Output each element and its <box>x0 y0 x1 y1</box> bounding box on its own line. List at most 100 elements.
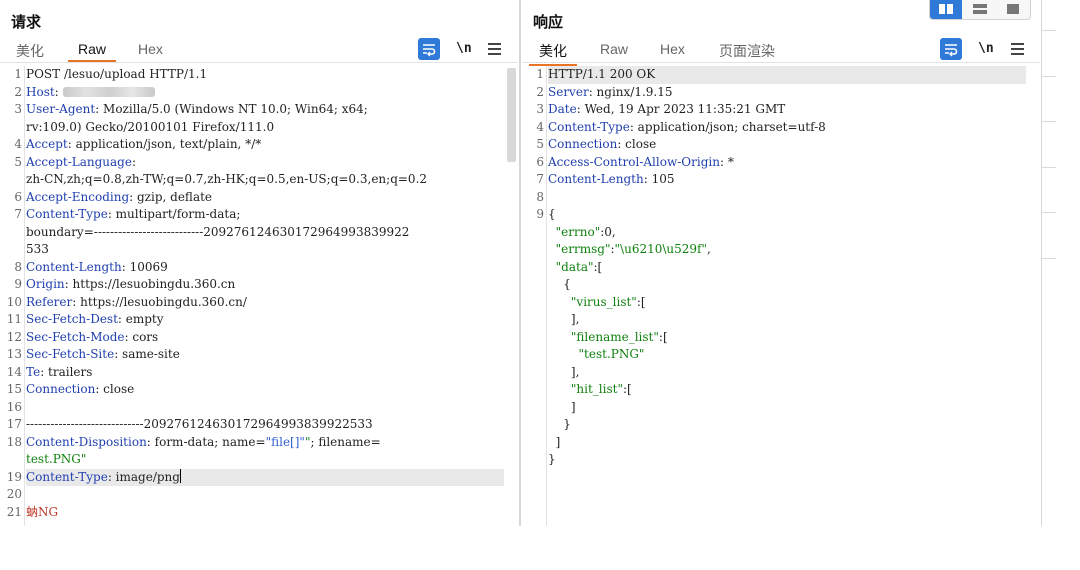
json-key: "virus_list" <box>570 294 637 309</box>
code-line: } <box>548 451 1026 469</box>
tab-hex[interactable]: Hex <box>138 41 163 57</box>
line-number <box>522 224 544 242</box>
line-number <box>0 451 22 469</box>
word-wrap-icon[interactable] <box>940 38 962 60</box>
header-name: Sec-Fetch-Mode <box>26 329 125 344</box>
value-text: :[ <box>658 329 668 344</box>
tab-raw[interactable]: Raw <box>600 41 628 57</box>
value-text: ], <box>570 364 580 379</box>
pane-splitter[interactable] <box>519 0 521 526</box>
line-number: 2 <box>536 84 544 99</box>
string-text: test.PNG" <box>26 452 87 466</box>
layout-toggle-group <box>929 0 1031 20</box>
code-line: Sec-Fetch-Mode: cors <box>26 329 504 347</box>
code-line: User-Agent: Mozilla/5.0 (Windows NT 10.0… <box>26 101 504 119</box>
line-text: boundary=---------------------------2092… <box>26 224 410 239</box>
header-name: Connection <box>26 382 96 396</box>
layout-stacked-icon[interactable] <box>964 0 996 19</box>
newline-toggle-button[interactable]: \n <box>978 38 994 60</box>
value-text: ] <box>570 399 576 414</box>
word-wrap-icon[interactable] <box>418 38 440 60</box>
header-separator: : <box>719 154 728 169</box>
code-line: "virus_list":[ <box>548 294 1026 312</box>
json-key: "errno" <box>555 224 601 239</box>
menu-icon[interactable] <box>1011 38 1025 60</box>
value-text: application/json, text/plain, */* <box>75 137 262 151</box>
line-number: 4 <box>536 119 544 134</box>
response-line-numbers: 1 2 3 4 5 6 7 8 9 <box>522 66 544 469</box>
newline-toggle-button[interactable]: \n <box>456 38 472 60</box>
header-name: Content-Length <box>26 259 122 274</box>
header-name: Origin <box>26 277 65 291</box>
header-separator: : <box>617 137 626 151</box>
line-number: 6 <box>536 154 544 169</box>
value-text: https://lesuobingdu.360.cn <box>72 277 236 291</box>
response-title: 响应 <box>533 14 564 31</box>
line-number: 6 <box>14 189 22 204</box>
line-number: 4 <box>14 137 22 151</box>
header-name: Content-Type <box>26 207 108 221</box>
request-editor[interactable]: 1 2 3 4 5 6 7 8 9 10 11 12 13 14 15 16 17 18 19 20 21 POST /… <box>0 66 518 526</box>
code-line: ], <box>548 364 1026 382</box>
code-line: "errmsg":"\u6210\u529f", <box>548 241 1026 259</box>
response-editor[interactable]: 1 2 3 4 5 6 7 8 9 HTTP/1.1 200 OK Server: nginx/1… <box>522 66 1040 526</box>
line-text: POST /lesuo/upload HTTP/1.1 <box>26 67 208 81</box>
value-text: :[ <box>593 259 603 274</box>
line-number: 11 <box>6 312 22 326</box>
line-number <box>522 399 544 417</box>
value-text: 105 <box>651 172 675 186</box>
value-text: same-site <box>122 347 180 361</box>
code-line: Content-Type: multipart/form-data; <box>26 206 504 224</box>
layout-single-icon[interactable] <box>997 0 1029 19</box>
line-number: 8 <box>536 189 544 204</box>
header-separator: : <box>107 207 116 221</box>
line-number: 14 <box>6 364 22 379</box>
value-text: empty <box>125 312 164 326</box>
line-number <box>522 329 544 347</box>
json-key: "test.PNG" <box>578 347 645 361</box>
line-number <box>522 311 544 329</box>
line-number: 9 <box>14 277 22 291</box>
code-line: "errno":0, <box>548 224 1026 242</box>
tab-render[interactable]: 页面渲染 <box>719 41 775 61</box>
code-line: "data":[ <box>548 259 1026 277</box>
line-text: rv:109.0) Gecko/20100101 Firefox/111.0 <box>26 119 275 134</box>
string-text: "file[]" <box>265 434 305 449</box>
tab-raw[interactable]: Raw <box>67 41 117 62</box>
inspector-collapsed-strip <box>1042 0 1080 526</box>
header-separator: : <box>95 102 104 116</box>
value-text: , <box>707 242 711 256</box>
header-name: Accept-Language <box>26 154 132 169</box>
header-separator: : <box>72 294 81 309</box>
tab-pretty[interactable]: 美化 <box>16 41 44 61</box>
code-line: ], <box>548 311 1026 329</box>
header-name: Server <box>548 84 589 99</box>
code-line: Origin: https://lesuobingdu.360.cn <box>26 276 504 294</box>
code-line: Accept-Language: <box>26 154 504 172</box>
tab-pretty[interactable]: 美化 <box>529 41 577 66</box>
line-number <box>522 346 544 364</box>
menu-icon[interactable] <box>488 38 502 60</box>
request-scrollbar[interactable] <box>507 68 516 162</box>
code-line: Sec-Fetch-Site: same-site <box>26 346 504 364</box>
header-name: Content-Type <box>548 119 630 134</box>
code-line: rv:109.0) Gecko/20100101 Firefox/111.0 <box>26 119 504 137</box>
line-number: 5 <box>536 137 544 151</box>
response-gutter-divider <box>546 66 547 526</box>
tab-hex[interactable]: Hex <box>660 41 685 57</box>
text-caret <box>179 468 181 483</box>
header-name: Content-Disposition <box>26 434 147 449</box>
header-separator: : <box>40 364 49 379</box>
layout-side-by-side-icon[interactable] <box>930 0 962 19</box>
code-line: { <box>548 276 1026 294</box>
value-text: Mozilla/5.0 (Windows NT 10.0; Win64; x64… <box>103 102 368 116</box>
line-text: } <box>548 452 556 466</box>
code-line: Accept: application/json, text/plain, */… <box>26 136 504 154</box>
